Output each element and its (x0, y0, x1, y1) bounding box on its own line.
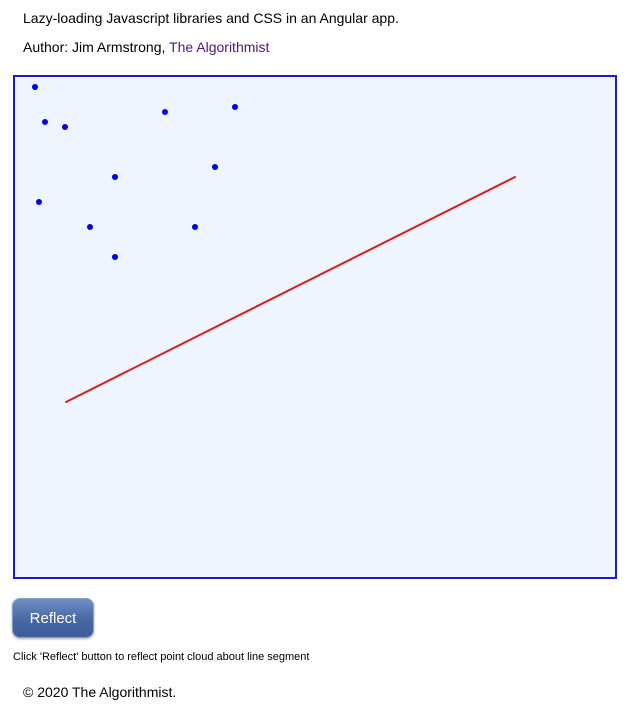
cloud-point (32, 84, 38, 90)
author-line: Author: Jim Armstrong, The Algorithmist (23, 39, 269, 55)
cloud-point (87, 224, 93, 230)
line-segment (65, 176, 516, 403)
cloud-point (232, 104, 238, 110)
cloud-point (112, 254, 118, 260)
cloud-point (62, 124, 68, 130)
page: Lazy-loading Javascript libraries and CS… (0, 0, 632, 710)
author-prefix: Author: Jim Armstrong, (23, 39, 170, 55)
drawing-surface (32, 84, 516, 403)
algorithmist-link[interactable]: The Algorithmist (169, 39, 269, 55)
cloud-point (112, 174, 118, 180)
reflect-button[interactable]: Reflect (12, 598, 94, 638)
cloud-point (212, 164, 218, 170)
point-cloud (32, 84, 238, 260)
cloud-point (42, 119, 48, 125)
page-title: Lazy-loading Javascript libraries and CS… (23, 10, 399, 26)
cloud-point (36, 199, 42, 205)
drawing-canvas[interactable] (13, 75, 617, 579)
reflect-hint: Click 'Reflect' button to reflect point … (13, 651, 310, 663)
cloud-point (162, 109, 168, 115)
copyright-footer: © 2020 The Algorithmist. (23, 684, 177, 700)
cloud-point (192, 224, 198, 230)
